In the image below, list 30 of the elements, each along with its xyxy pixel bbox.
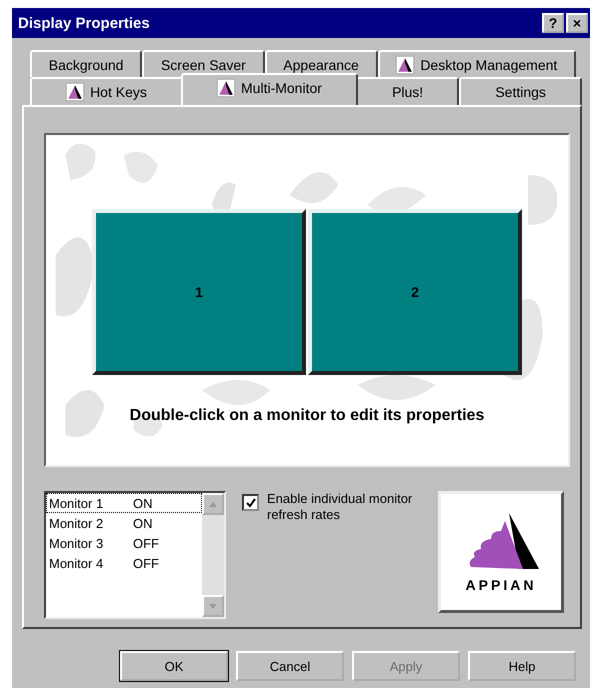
checkmark-icon: [246, 498, 256, 508]
scrollbar[interactable]: [202, 493, 224, 617]
dialog-button[interactable]: Cancel: [236, 651, 344, 681]
triangle-logo-icon: [66, 83, 84, 101]
preview-hint: Double-click on a monitor to edit its properties: [130, 407, 484, 425]
monitor-list-item[interactable]: Monitor 2 ON: [46, 513, 202, 533]
tab[interactable]: Background: [30, 50, 142, 77]
close-button[interactable]: ×: [566, 13, 588, 33]
monitor-list[interactable]: Monitor 1 ON Monitor 2 ON Monitor 3 OFF Monitor 4 OFF: [44, 491, 226, 619]
monitor-list-item[interactable]: Monitor 3 OFF: [46, 533, 202, 553]
monitor-tile[interactable]: 1: [92, 209, 306, 375]
checkbox[interactable]: [242, 494, 259, 511]
dialog-button[interactable]: Help: [468, 651, 576, 681]
monitor-tile[interactable]: 2: [308, 209, 522, 375]
down-arrow-icon: [209, 604, 217, 608]
help-button[interactable]: ?: [542, 13, 564, 33]
triangle-logo-icon: [396, 56, 414, 74]
dialog-button[interactable]: OK: [120, 651, 228, 681]
window-title: Display Properties: [18, 14, 150, 32]
tab[interactable]: Desktop Management: [378, 50, 576, 77]
checkbox-label: Enable individual monitor refresh rates: [267, 491, 414, 523]
tab[interactable]: Plus!: [356, 77, 460, 105]
tab[interactable]: Multi-Monitor: [180, 73, 358, 105]
up-arrow-icon: [209, 502, 217, 506]
scroll-down-button[interactable]: [202, 595, 224, 617]
scroll-up-button[interactable]: [202, 493, 224, 515]
monitor-list-item[interactable]: Monitor 4 OFF: [46, 553, 202, 573]
tab[interactable]: Settings: [459, 77, 582, 105]
logo-text: APPIAN: [466, 577, 536, 593]
triangle-logo-icon: [217, 79, 236, 97]
